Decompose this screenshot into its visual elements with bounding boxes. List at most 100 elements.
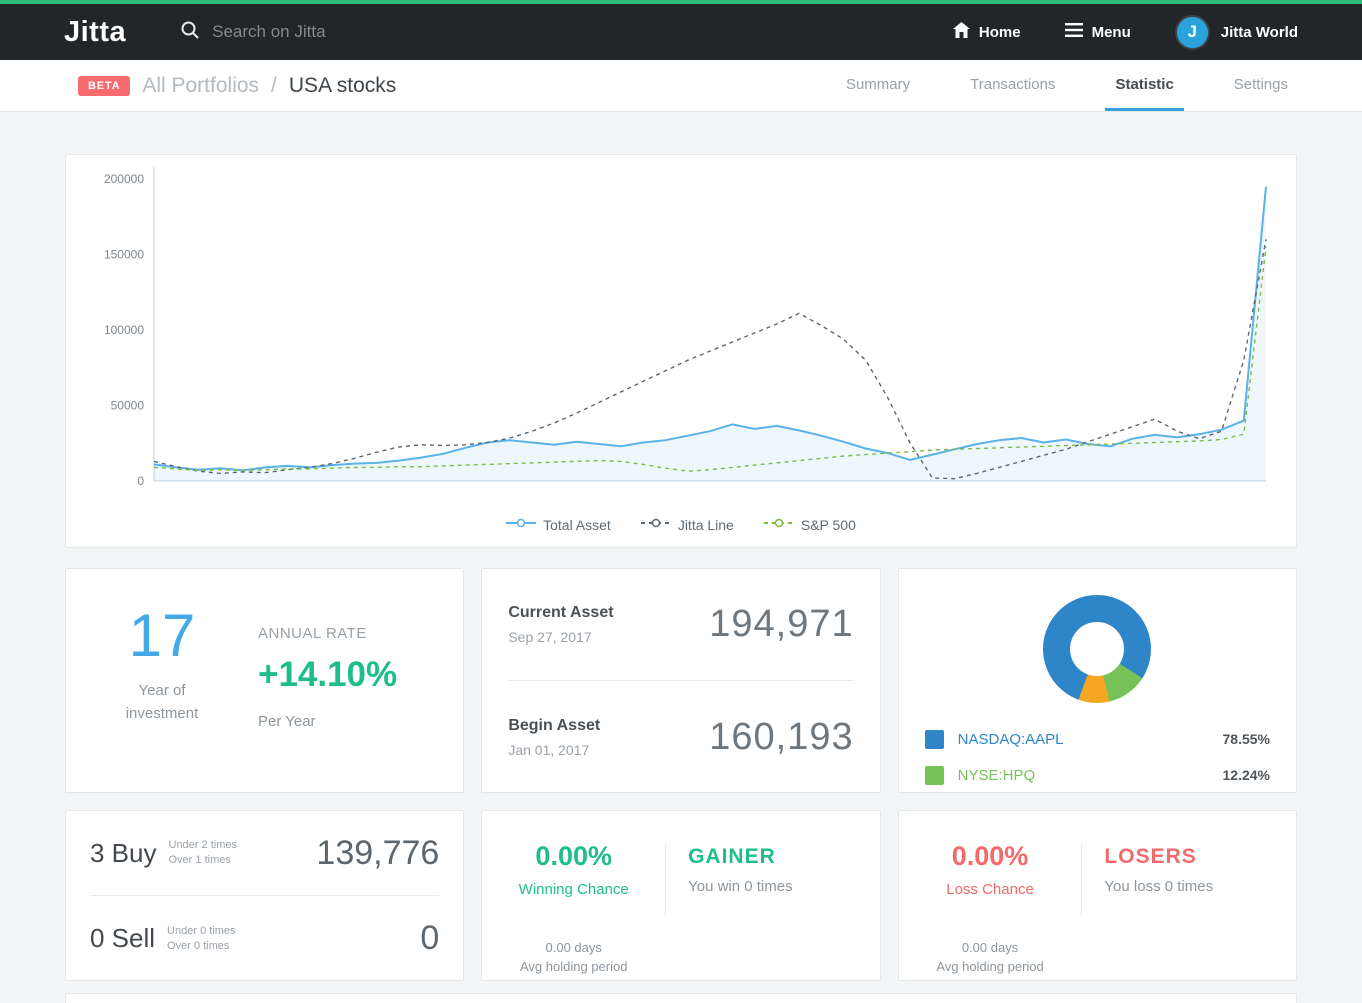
sell-count: 0 Sell [90, 923, 156, 953]
chart-legend: Total Asset Jitta Line S&P 500 [66, 511, 1296, 539]
legend-item-total-asset[interactable]: Total Asset [506, 516, 611, 534]
holding-row-hpq[interactable]: NYSE:HPQ 12.24% [924, 757, 1270, 793]
search-icon [180, 20, 200, 45]
page-title: USA stocks [288, 73, 397, 97]
nav-home-label: Home [978, 23, 1021, 41]
legend-item-jitta-line[interactable]: Jitta Line [640, 516, 734, 534]
avg-holding-period-loss: 0.00 days Avg holding period [899, 939, 1082, 980]
buy-count: 3 Buy [90, 837, 157, 868]
jitta-logo[interactable]: Jitta [64, 16, 126, 49]
sell-over: Over 0 times [167, 939, 230, 952]
losers-title: LOSERS [1104, 845, 1197, 868]
performance-line-chart: 0 50000 100000 150000 200000 [104, 167, 1267, 488]
allocation-card: NASDAQ:AAPL 78.55% NYSE:HPQ 12.24% [897, 568, 1297, 793]
loss-days-label: Avg holding period [936, 958, 1044, 974]
holding-symbol: NYSE:HPQ [957, 766, 1036, 784]
allocation-legend: NASDAQ:AAPL 78.55% NYSE:HPQ 12.24% [899, 721, 1296, 793]
gainer-title: GAINER [688, 845, 776, 868]
beta-badge: BETA [78, 75, 131, 96]
loss-chance-label: Loss Chance [946, 881, 1034, 898]
svg-text:0: 0 [137, 474, 144, 488]
loss-chance-card: 0.00% Loss Chance LOSERS You loss 0 time… [897, 810, 1297, 981]
annual-rate-sub: Per Year [258, 713, 316, 730]
nav-menu-label: Menu [1091, 23, 1131, 41]
home-icon [952, 22, 970, 42]
legend-label: Total Asset [543, 517, 611, 533]
loss-days-value: 0.00 days [961, 939, 1019, 955]
svg-text:50000: 50000 [111, 399, 145, 413]
buy-over: Over 1 times [168, 854, 231, 866]
avg-holding-period-win: 0.00 days Avg holding period [482, 939, 665, 980]
next-card-partial [65, 993, 1297, 1003]
years-of-investment-label: Year of investment [66, 679, 258, 726]
holding-symbol: NASDAQ:AAPL [957, 730, 1064, 748]
search-input[interactable] [212, 22, 633, 42]
portfolio-tabs: Summary Transactions Statistic Settings [796, 60, 1298, 111]
svg-text:200000: 200000 [104, 172, 144, 186]
begin-asset-row: Begin Asset Jan 01, 2017 160,193 [508, 681, 853, 793]
nav-home[interactable]: Home [952, 22, 1021, 42]
holding-percent: 78.55% [1222, 731, 1270, 747]
buy-conditions: Under 2 times Over 1 times [169, 838, 237, 868]
aapl-color-swatch [924, 729, 944, 749]
tab-statistic[interactable]: Statistic [1105, 60, 1184, 111]
buy-row: 3 Buy Under 2 times Over 1 times 139,776 [90, 811, 440, 896]
total-asset-line-marker-icon [506, 516, 537, 534]
buy-under: Under 2 times [168, 839, 237, 852]
years-of-investment-value: 17 [128, 602, 196, 669]
hamburger-menu-icon [1064, 23, 1083, 41]
legend-label: Jitta Line [677, 517, 734, 533]
holding-percent: 12.24% [1222, 767, 1270, 783]
top-navbar: Jitta Home Menu J Jitta World [0, 0, 1362, 60]
breadcrumb: BETA All Portfolios / USA stocks [78, 60, 396, 111]
annual-rate-label: ANNUAL RATE [258, 625, 367, 642]
performance-chart-card: 0 50000 100000 150000 200000 Total Asset Jit… [65, 154, 1297, 548]
win-days-label: Avg holding period [519, 958, 628, 974]
legend-item-sp500[interactable]: S&P 500 [763, 516, 856, 534]
winning-chance-label: Winning Chance [518, 881, 629, 898]
svg-text:150000: 150000 [104, 248, 144, 262]
legend-label: S&P 500 [800, 517, 856, 533]
sell-under: Under 0 times [167, 924, 236, 937]
tab-settings[interactable]: Settings [1224, 60, 1298, 111]
win-days-value: 0.00 days [545, 939, 602, 955]
begin-asset-date: Jan 01, 2017 [508, 741, 590, 758]
current-asset-row: Current Asset Sep 27, 2017 194,971 [508, 569, 854, 681]
tab-transactions[interactable]: Transactions [960, 60, 1065, 111]
annual-rate-value: +14.10% [258, 655, 398, 694]
losers-sub: You loss 0 times [1104, 878, 1214, 895]
svg-text:100000: 100000 [104, 323, 144, 337]
search-bar[interactable] [180, 20, 953, 45]
years-label-line1: Year of [138, 682, 186, 699]
breadcrumb-separator: / [271, 73, 277, 97]
buy-sell-card: 3 Buy Under 2 times Over 1 times 139,776… [65, 810, 465, 981]
nav-menu[interactable]: Menu [1064, 23, 1131, 41]
annual-rate-card: 17 Year of investment ANNUAL RATE +14.10… [65, 568, 465, 793]
gainer-sub: You win 0 times [688, 878, 793, 895]
current-asset-label: Current Asset [508, 604, 614, 621]
winning-chance-card: 0.00% Winning Chance GAINER You win 0 ti… [481, 810, 881, 981]
buy-amount: 139,776 [316, 833, 440, 872]
tab-summary[interactable]: Summary [836, 60, 920, 111]
main-content: 0 50000 100000 150000 200000 Total Asset Jit… [0, 154, 1362, 1003]
user-name: Jitta World [1220, 23, 1298, 41]
allocation-donut-chart [1043, 595, 1152, 703]
sp500-line-marker-icon [763, 516, 794, 534]
sell-amount: 0 [420, 919, 440, 957]
subheader-bar: BETA All Portfolios / USA stocks Summary… [0, 60, 1362, 112]
current-asset-value: 194,971 [709, 603, 854, 645]
avatar: J [1174, 14, 1210, 50]
jitta-line-marker-icon [640, 516, 671, 534]
begin-asset-label: Begin Asset [508, 716, 601, 734]
breadcrumb-all-portfolios[interactable]: All Portfolios [142, 74, 259, 98]
loss-chance-percent: 0.00% [951, 841, 1029, 871]
current-asset-date: Sep 27, 2017 [508, 629, 592, 645]
winning-chance-percent: 0.00% [535, 841, 612, 871]
sell-row: 0 Sell Under 0 times Over 0 times 0 [90, 896, 439, 981]
user-account[interactable]: J Jitta World [1174, 14, 1298, 50]
assets-card: Current Asset Sep 27, 2017 194,971 Begin… [481, 568, 881, 793]
years-label-line2: investment [125, 705, 199, 723]
sell-conditions: Under 0 times Over 0 times [167, 924, 235, 954]
begin-asset-value: 160,193 [709, 715, 854, 758]
holding-row-aapl[interactable]: NASDAQ:AAPL 78.55% [924, 721, 1270, 757]
